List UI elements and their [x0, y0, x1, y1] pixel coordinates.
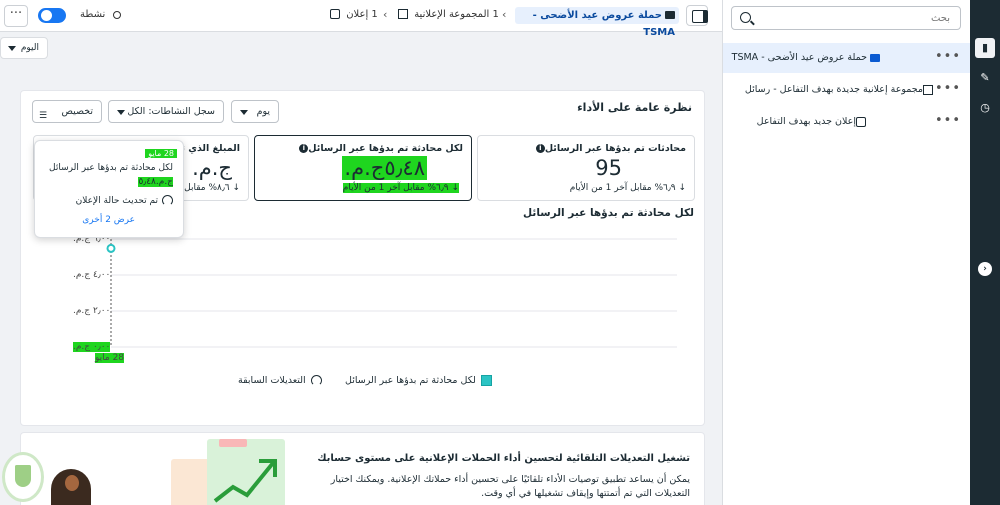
person-face [65, 475, 79, 491]
chart-title: لكل محادثة تم بدؤها عبر الرسائل [523, 207, 694, 219]
history-tab[interactable]: ◷ [975, 98, 995, 118]
tree-item-adset[interactable]: ••• مجموعة إعلانية جديدة بهدف التفاعل - … [723, 75, 970, 105]
y-tick-label: ٠٫٠٠ ج.م. [73, 342, 111, 352]
gauge-icon [162, 195, 173, 206]
more-options-button[interactable]: ··· [4, 5, 28, 27]
settings-sliders-icon: ☰ [39, 111, 48, 121]
ad-icon [856, 116, 866, 127]
line-chart [106, 238, 677, 348]
campaign-tree-panel: ••• حملة عروض عيد الأضحى - TSMA ••• مجمو… [722, 0, 970, 505]
metric-value: ٥٫٤٨ج.م.‏ [342, 156, 427, 180]
breadcrumb-ad[interactable]: 1 إعلان [330, 9, 378, 20]
metric-title: لكل محادثة تم بدؤها عبر الرسائل [308, 143, 463, 154]
breadcrumb-adset[interactable]: 1 المجموعة الإعلانية [398, 9, 499, 20]
legend-item-previous-edits[interactable]: التعديلات السابقة [238, 375, 322, 386]
trend-up-icon [213, 459, 277, 503]
grid-icon [923, 84, 933, 95]
tree-item-ad[interactable]: ••• إعلان جديد بهدف التفاعل [723, 107, 970, 137]
tree-item-label: مجموعة إعلانية جديدة بهدف التفاعل - رسائ… [744, 84, 923, 95]
tooltip-date: 28 مايو [145, 149, 177, 158]
vertical-toolbar: ▮ ✎ ◷ › [970, 0, 1000, 505]
folder-icon [870, 53, 880, 62]
history-icon: ◷ [980, 101, 990, 114]
date-preset-dropdown[interactable]: اليوم [0, 37, 48, 59]
x-tick-label: 28 مايو [95, 353, 125, 363]
ad-icon [330, 9, 340, 19]
series-swatch-icon [480, 375, 492, 386]
period-dropdown[interactable]: يوم [231, 100, 279, 123]
adset-grid-icon [398, 9, 408, 19]
folder-icon [665, 11, 675, 19]
metric-delta: ↓ ٨٫٦% مقابل [184, 183, 240, 193]
metric-card-cost-per-conversation[interactable]: لكل محادثة تم بدؤها عبر الرسائلi ٥٫٤٨ج.م… [254, 135, 472, 201]
metric-title: محادثات تم بدؤها عبر الرسائل [544, 143, 686, 154]
sidebar-toggle-button[interactable] [686, 5, 708, 26]
metric-delta: ↓ ٦٫٩% مقابل آخر 1 من الأيام [569, 183, 686, 193]
legend-item-series[interactable]: لكل محادثة تم بدؤها عبر الرسائل [345, 375, 492, 386]
chevron-down-icon [8, 46, 16, 51]
chevron-down-icon [240, 110, 248, 115]
shield-icon [15, 465, 31, 487]
promo-title: تشغيل التعديلات التلقائية لتحسين أداء ال… [317, 453, 690, 464]
charts-tab[interactable]: ▮ [975, 38, 995, 58]
tree-item-label: حملة عروض عيد الأضحى - TSMA [731, 52, 867, 63]
activity-log-dropdown[interactable]: سجل النشاطات: الكل [108, 100, 224, 123]
pencil-icon: ✎ [980, 71, 990, 84]
info-icon[interactable]: i [299, 144, 309, 153]
gauge-icon [310, 375, 322, 386]
customize-button[interactable]: تخصيص ☰ [32, 100, 102, 123]
automation-promo-card: تشغيل التعديلات التلقائية لتحسين أداء ال… [20, 432, 705, 505]
tooltip-metric-value: ج.م.‏٥٫٤٨ [138, 177, 173, 187]
info-icon[interactable]: i [535, 144, 545, 153]
campaign-status-toggle[interactable] [38, 8, 66, 23]
more-options-icon[interactable]: ••• [935, 113, 961, 128]
breadcrumb-separator-icon: ‹ [383, 8, 388, 21]
top-bar: ··· نشطة 1 إعلان ‹ 1 المجموعة الإعلانية … [0, 0, 722, 38]
tree-item-campaign[interactable]: ••• حملة عروض عيد الأضحى - TSMA [723, 43, 970, 73]
y-tick-label: ٤٫٠٠ ج.م. [73, 270, 111, 280]
show-more-link[interactable]: عرض 2 أخرى [82, 215, 135, 225]
search-input[interactable] [760, 10, 950, 26]
illustration-tag [219, 439, 247, 447]
promo-body: يمكن أن يساعد تطبيق توصيات الأداء تلقائي… [330, 474, 690, 499]
y-tick-label: ٢٫٠٠ ج.م. [73, 306, 111, 316]
metric-value: 95 [595, 156, 622, 180]
chart-tooltip: 28 مايو لكل محادثة تم بدؤها عبر الرسائل … [34, 140, 184, 238]
tooltip-metric-label: لكل محادثة تم بدؤها عبر الرسائل [49, 163, 173, 173]
bar-chart-icon: ▮ [981, 41, 989, 54]
edit-tab[interactable]: ✎ [975, 68, 995, 88]
search-icon [740, 12, 751, 23]
more-options-icon[interactable]: ••• [935, 81, 961, 96]
breadcrumb-campaign[interactable]: حملة عروض عيد الأضحى - TSMA [515, 7, 679, 38]
illustration-chart [207, 439, 285, 505]
metric-delta: ↓ ٦٫٩% مقابل آخر 1 من الأيام [342, 183, 459, 193]
tooltip-event: تم تحديث حالة الإعلان [76, 195, 173, 206]
search-box[interactable] [731, 6, 961, 30]
metric-card-conversations[interactable]: محادثات تم بدؤها عبر الرسائلi 95 ↓ ٦٫٩% … [477, 135, 695, 201]
tree-item-label: إعلان جديد بهدف التفاعل [756, 116, 856, 127]
metric-value: ج.م.‏ [192, 156, 232, 180]
more-options-icon[interactable]: ••• [935, 49, 961, 64]
data-point [106, 243, 116, 253]
status-dot-icon [113, 11, 121, 19]
overview-title: نظرة عامة على الأداء [577, 101, 692, 114]
status-label: نشطة [80, 9, 106, 20]
expand-icon[interactable]: › [978, 262, 992, 276]
breadcrumb-separator-icon: ‹ [502, 8, 507, 21]
watermark-logo [2, 452, 44, 502]
chevron-down-icon [117, 110, 125, 115]
